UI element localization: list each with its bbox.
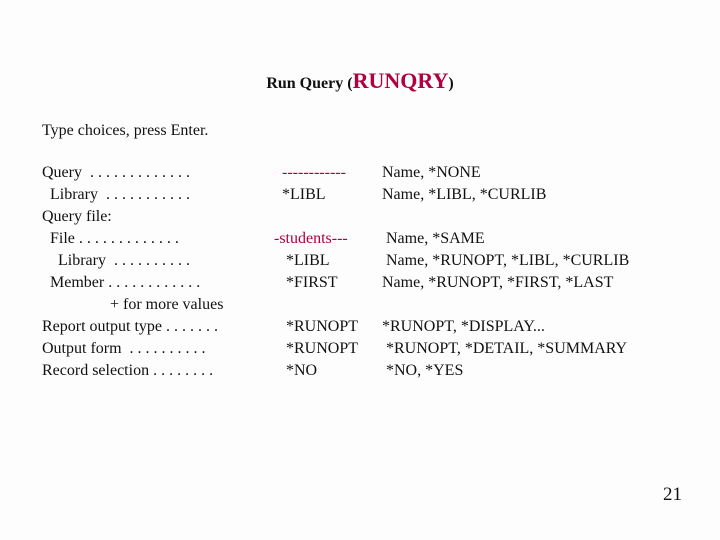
param-label: Query . . . . . . . . . . . . . <box>42 162 274 184</box>
parameter-list: Query . . . . . . . . . . . . . --------… <box>42 162 678 382</box>
param-help: Name, *RUNOPT, *LIBL, *CURLIB <box>382 250 678 272</box>
param-row: Query . . . . . . . . . . . . . --------… <box>42 162 678 184</box>
param-label: Member . . . . . . . . . . . . <box>42 272 274 294</box>
param-value[interactable]: *NO <box>274 360 382 382</box>
param-value[interactable]: *FIRST <box>274 272 382 294</box>
param-row: Member . . . . . . . . . . . . *FIRST Na… <box>42 272 678 294</box>
param-label: Library . . . . . . . . . . . <box>42 184 274 206</box>
instruction-text: Type choices, press Enter. <box>42 122 678 140</box>
param-help <box>382 206 678 228</box>
param-row: Library . . . . . . . . . . . *LIBL Name… <box>42 184 678 206</box>
page-title: Run Query (RUNQRY) <box>42 68 678 94</box>
param-help: *NO, *YES <box>382 360 678 382</box>
param-label: + for more values <box>42 294 274 316</box>
param-help: *RUNOPT, *DISPLAY... <box>382 316 678 338</box>
param-row: Record selection . . . . . . . . *NO *NO… <box>42 360 678 382</box>
param-row: Output form . . . . . . . . . . *RUNOPT … <box>42 338 678 360</box>
title-suffix: ) <box>448 75 453 92</box>
param-label: Report output type . . . . . . . <box>42 316 274 338</box>
param-help: Name, *SAME <box>382 228 678 250</box>
param-row: + for more values <box>42 294 678 316</box>
param-help: Name, *NONE <box>382 162 678 184</box>
param-value[interactable]: *RUNOPT <box>274 338 382 360</box>
param-help: *RUNOPT, *DETAIL, *SUMMARY <box>382 338 678 360</box>
param-value[interactable]: ------------ <box>274 162 382 184</box>
param-value[interactable]: -students--- <box>274 228 382 250</box>
param-help: Name, *RUNOPT, *FIRST, *LAST <box>382 272 678 294</box>
param-row: File . . . . . . . . . . . . . -students… <box>42 228 678 250</box>
param-help: Name, *LIBL, *CURLIB <box>382 184 678 206</box>
param-value[interactable]: *LIBL <box>274 184 382 206</box>
runqry-screen: Run Query (RUNQRY) Type choices, press E… <box>0 0 720 382</box>
param-row: Library . . . . . . . . . . *LIBL Name, … <box>42 250 678 272</box>
param-value <box>274 206 382 228</box>
param-label: Output form . . . . . . . . . . <box>42 338 274 360</box>
param-label: File . . . . . . . . . . . . . <box>42 228 274 250</box>
param-row: Query file: <box>42 206 678 228</box>
page-number: 21 <box>663 484 682 506</box>
title-command: RUNQRY <box>353 68 449 93</box>
param-value[interactable]: *LIBL <box>274 250 382 272</box>
param-label: Library . . . . . . . . . . <box>42 250 274 272</box>
param-value[interactable]: *RUNOPT <box>274 316 382 338</box>
param-value <box>274 294 382 316</box>
param-help <box>382 294 678 316</box>
param-label: Record selection . . . . . . . . <box>42 360 274 382</box>
title-prefix: Run Query ( <box>266 75 352 92</box>
param-label: Query file: <box>42 206 274 228</box>
param-row: Report output type . . . . . . . *RUNOPT… <box>42 316 678 338</box>
